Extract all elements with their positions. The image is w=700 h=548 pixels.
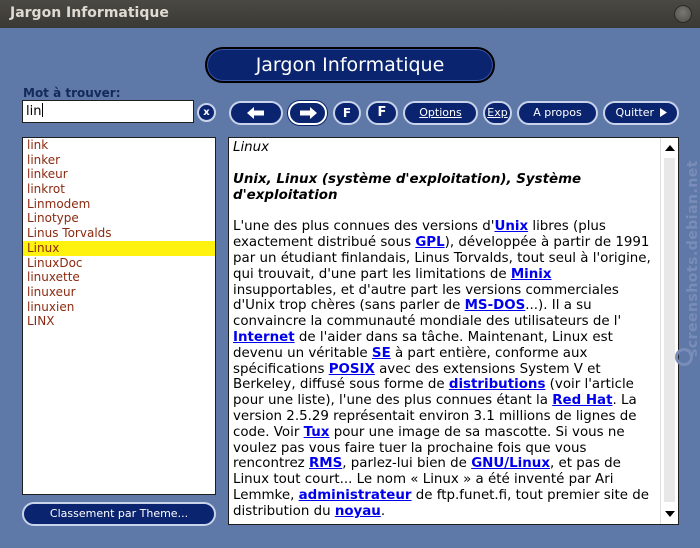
article-link[interactable]: RMS [309,456,342,471]
theme-classification-button[interactable]: Classement par Theme... [22,502,216,526]
app-window: Jargon Informatique Mot à trouver: lin x… [0,28,700,548]
list-item[interactable]: linkeur [23,167,215,182]
exp-button[interactable]: Exp [483,101,512,125]
apropos-label: A propos [533,106,582,119]
word-list[interactable]: link linker linkeur linkrot Linmodem Linotype… [22,137,216,495]
title-bar: Jargon Informatique [0,0,700,28]
quitter-button[interactable]: Quitter [603,101,679,125]
app-banner: Jargon Informatique [205,47,495,83]
window-title: Jargon Informatique [10,5,169,21]
list-item[interactable]: linkrot [23,182,215,197]
search-label: Mot à trouver: [23,86,121,100]
article-text: , parlez-lui bien de [342,456,472,472]
font-smaller-button[interactable]: F [333,101,361,125]
quitter-label: Quitter [615,106,655,119]
article-link[interactable]: POSIX [329,362,375,377]
article-panel: Linux Unix, Linux (système d'exploitatio… [228,137,679,525]
article-link[interactable]: administrateur [299,488,412,503]
apropos-button[interactable]: A propos [517,101,598,125]
list-item[interactable]: Linotype [23,211,215,226]
watermark: screenshots.debian.net [670,160,700,390]
article-entry: Linux [233,140,270,155]
options-label: Options [419,106,462,119]
list-item[interactable]: linker [23,153,215,168]
font-larger-button[interactable]: F [366,101,398,125]
article-link[interactable]: SE [372,346,391,361]
arrow-left-icon [247,107,264,119]
article-link[interactable]: Unix [494,219,528,234]
list-item[interactable]: Linux [23,240,215,256]
list-item[interactable]: linuxien [23,300,215,315]
search-input[interactable]: lin [22,100,194,123]
search-value: lin [26,104,42,119]
list-item[interactable]: linuxette [23,270,215,285]
article-link[interactable]: GNU/Linux [471,456,550,471]
list-item[interactable]: Linmodem [23,197,215,212]
article-link[interactable]: distributions [449,377,546,392]
list-item[interactable]: LINX [23,314,215,329]
list-item[interactable]: linuxeur [23,285,215,300]
article-link[interactable]: Red Hat [552,393,612,408]
list-item[interactable]: LinuxDoc [23,256,215,271]
article-link[interactable]: Internet [233,330,295,345]
article-link[interactable]: MS-DOS [465,298,526,313]
list-item[interactable]: Linus Torvalds [23,226,215,241]
article-link[interactable]: noyau [335,504,381,519]
back-button[interactable] [229,101,283,125]
scroll-down-icon[interactable] [665,511,675,517]
article-link[interactable]: Tux [304,425,330,440]
watermark-logo-icon [675,348,693,366]
list-item[interactable]: link [23,138,215,153]
article-link[interactable]: Minix [511,267,552,282]
article-text: . [380,503,386,519]
scroll-up-icon[interactable] [665,145,675,151]
article-body: L'une des plus connues des versions d'Un… [233,219,658,519]
article-link[interactable]: GPL [415,235,444,250]
exp-label: Exp [487,106,508,119]
window-menu-button[interactable] [674,5,692,23]
arrow-right-icon [299,107,317,119]
clear-icon: x [203,107,210,118]
triangle-right-icon [659,108,667,117]
article-content: Linux Unix, Linux (système d'exploitatio… [233,140,658,520]
watermark-text: screenshots.debian.net [685,160,700,357]
forward-button[interactable] [288,101,327,125]
options-button[interactable]: Options [403,101,478,125]
article-heading: Unix, Linux (système d'exploitation), Sy… [233,171,582,203]
article-text: L'une des plus connues des versions d' [233,219,495,235]
clear-search-button[interactable]: x [197,103,216,122]
